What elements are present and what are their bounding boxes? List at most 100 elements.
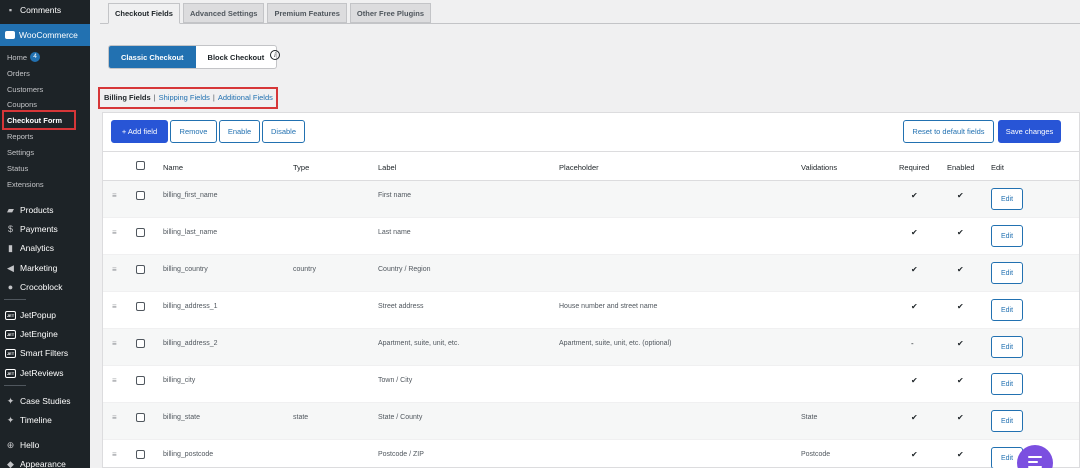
- required-indicator: ✔: [911, 265, 918, 274]
- select-all-checkbox[interactable]: [136, 161, 145, 170]
- tab-advanced-settings[interactable]: Advanced Settings: [182, 3, 265, 23]
- enabled-indicator: ✔: [957, 191, 964, 200]
- disable-button[interactable]: Disable: [262, 120, 305, 143]
- drag-handle-icon[interactable]: ≡: [112, 266, 120, 274]
- remove-button[interactable]: Remove: [170, 120, 217, 143]
- row-checkbox[interactable]: [136, 302, 145, 311]
- table-header: Name Type Label Placeholder Validations …: [103, 151, 1079, 181]
- sidebar-item-woocommerce[interactable]: WooCommerce: [0, 24, 90, 46]
- crocoblock-icon: ●: [7, 281, 14, 292]
- field-name: billing_last_name: [163, 229, 218, 236]
- drag-handle-icon[interactable]: ≡: [112, 192, 120, 200]
- pin-icon: ✦: [6, 414, 15, 425]
- row-checkbox[interactable]: [136, 413, 145, 422]
- field-label: State / County: [378, 414, 423, 421]
- field-validations: Postcode: [801, 451, 831, 458]
- row-checkbox[interactable]: [136, 339, 145, 348]
- sidebar-item-hello[interactable]: ⊕ Hello: [0, 437, 90, 453]
- enabled-indicator: ✔: [957, 339, 964, 348]
- sidebar-item-reports[interactable]: Reports: [0, 128, 90, 144]
- edit-field-button[interactable]: Edit: [991, 188, 1023, 210]
- sidebar-item-orders[interactable]: Orders: [0, 65, 90, 81]
- enable-button[interactable]: Enable: [219, 120, 260, 143]
- tab-checkout-fields[interactable]: Checkout Fields: [108, 3, 180, 24]
- enabled-indicator: ✔: [957, 376, 964, 385]
- table-row: ≡ billing_state state State / County State ✔ ✔…: [103, 403, 1079, 440]
- sidebar-item-payments[interactable]: $ Payments: [0, 221, 90, 237]
- sidebar-item-timeline[interactable]: ✦ Timeline: [0, 412, 90, 428]
- row-checkbox[interactable]: [136, 228, 145, 237]
- reset-default-fields-button[interactable]: Reset to default fields: [903, 120, 994, 143]
- brush-icon: ◆: [7, 458, 14, 468]
- sidebar-item-jetreviews[interactable]: JET JetReviews: [0, 365, 90, 381]
- sidebar-item-appearance[interactable]: ◆ Appearance: [0, 456, 90, 468]
- field-section-nav: Billing Fields | Shipping Fields | Addit…: [104, 93, 273, 102]
- edit-field-button[interactable]: Edit: [991, 262, 1023, 284]
- info-icon[interactable]: i: [270, 50, 280, 60]
- jetreviews-icon: JET: [5, 368, 16, 378]
- tab-other-free-plugins[interactable]: Other Free Plugins: [349, 3, 432, 23]
- field-label: Apartment, suite, unit, etc.: [378, 340, 460, 347]
- drag-handle-icon[interactable]: ≡: [112, 340, 120, 348]
- sidebar-divider: [4, 384, 26, 387]
- field-label: First name: [378, 192, 412, 199]
- row-checkbox[interactable]: [136, 450, 145, 459]
- comments-icon: ▪: [8, 4, 13, 15]
- required-indicator: ✔: [911, 413, 918, 422]
- highlight-box-checkout-form: [2, 110, 76, 130]
- row-checkbox[interactable]: [136, 191, 145, 200]
- sidebar-item-marketing[interactable]: ◀ Marketing: [0, 260, 90, 276]
- sidebar-item-crocoblock[interactable]: ● Crocoblock: [0, 279, 90, 295]
- edit-field-button[interactable]: Edit: [991, 225, 1023, 247]
- enabled-indicator: ✔: [957, 450, 964, 459]
- home-count-badge: 4: [30, 52, 41, 62]
- save-changes-button[interactable]: Save changes: [998, 120, 1061, 143]
- sidebar-item-smart-filters[interactable]: JET Smart Filters: [0, 345, 90, 361]
- required-indicator: ✔: [911, 228, 918, 237]
- drag-handle-icon[interactable]: ≡: [112, 303, 120, 311]
- sidebar-item-extensions[interactable]: Extensions: [0, 176, 90, 192]
- drag-handle-icon[interactable]: ≡: [112, 414, 120, 422]
- additional-fields-link[interactable]: Additional Fields: [218, 93, 273, 102]
- megaphone-icon: ◀: [7, 262, 14, 273]
- table-row: ≡ billing_first_name First name ✔ ✔ Edit: [103, 181, 1079, 218]
- enabled-indicator: ✔: [957, 265, 964, 274]
- jetengine-icon: JET: [5, 329, 16, 339]
- table-row: ≡ billing_city Town / City ✔ ✔ Edit: [103, 366, 1079, 403]
- edit-field-button[interactable]: Edit: [991, 336, 1023, 358]
- edit-field-button[interactable]: Edit: [991, 299, 1023, 321]
- sidebar-item-comments[interactable]: ▪ Comments: [0, 0, 90, 20]
- block-checkout-button[interactable]: Block Checkout: [196, 46, 277, 68]
- sidebar-item-home[interactable]: Home 4: [0, 49, 90, 65]
- field-name: billing_country: [163, 266, 208, 273]
- checkout-type-toggle: Classic Checkout Block Checkout: [108, 45, 278, 69]
- billing-fields-link[interactable]: Billing Fields: [104, 93, 151, 102]
- column-header-name: Name: [163, 163, 184, 172]
- sidebar-item-case-studies[interactable]: ✦ Case Studies: [0, 393, 90, 409]
- sidebar-item-products[interactable]: ▰ Products: [0, 202, 90, 218]
- woocommerce-icon: [5, 31, 15, 39]
- field-placeholder: Apartment, suite, unit, etc. (optional): [559, 340, 672, 347]
- column-header-enabled: Enabled: [947, 163, 975, 172]
- sidebar-item-analytics[interactable]: ▮ Analytics: [0, 240, 90, 256]
- sidebar-item-settings[interactable]: Settings: [0, 144, 90, 160]
- sidebar-item-status[interactable]: Status: [0, 160, 90, 176]
- sidebar-item-customers[interactable]: Customers: [0, 81, 90, 97]
- drag-handle-icon[interactable]: ≡: [112, 229, 120, 237]
- row-checkbox[interactable]: [136, 376, 145, 385]
- edit-field-button[interactable]: Edit: [991, 410, 1023, 432]
- column-header-type: Type: [293, 163, 310, 172]
- field-name: billing_first_name: [163, 192, 218, 199]
- sidebar-item-jetengine[interactable]: JET JetEngine: [0, 326, 90, 342]
- edit-field-button[interactable]: Edit: [991, 373, 1023, 395]
- field-label: Town / City: [378, 377, 413, 384]
- tab-premium-features[interactable]: Premium Features: [267, 3, 347, 23]
- sidebar-item-jetpopup[interactable]: JET JetPopup: [0, 307, 90, 323]
- drag-handle-icon[interactable]: ≡: [112, 451, 120, 459]
- drag-handle-icon[interactable]: ≡: [112, 377, 120, 385]
- add-field-button[interactable]: + Add field: [111, 120, 168, 143]
- classic-checkout-button[interactable]: Classic Checkout: [109, 46, 196, 68]
- row-checkbox[interactable]: [136, 265, 145, 274]
- shipping-fields-link[interactable]: Shipping Fields: [159, 93, 210, 102]
- field-validations: State: [801, 414, 818, 421]
